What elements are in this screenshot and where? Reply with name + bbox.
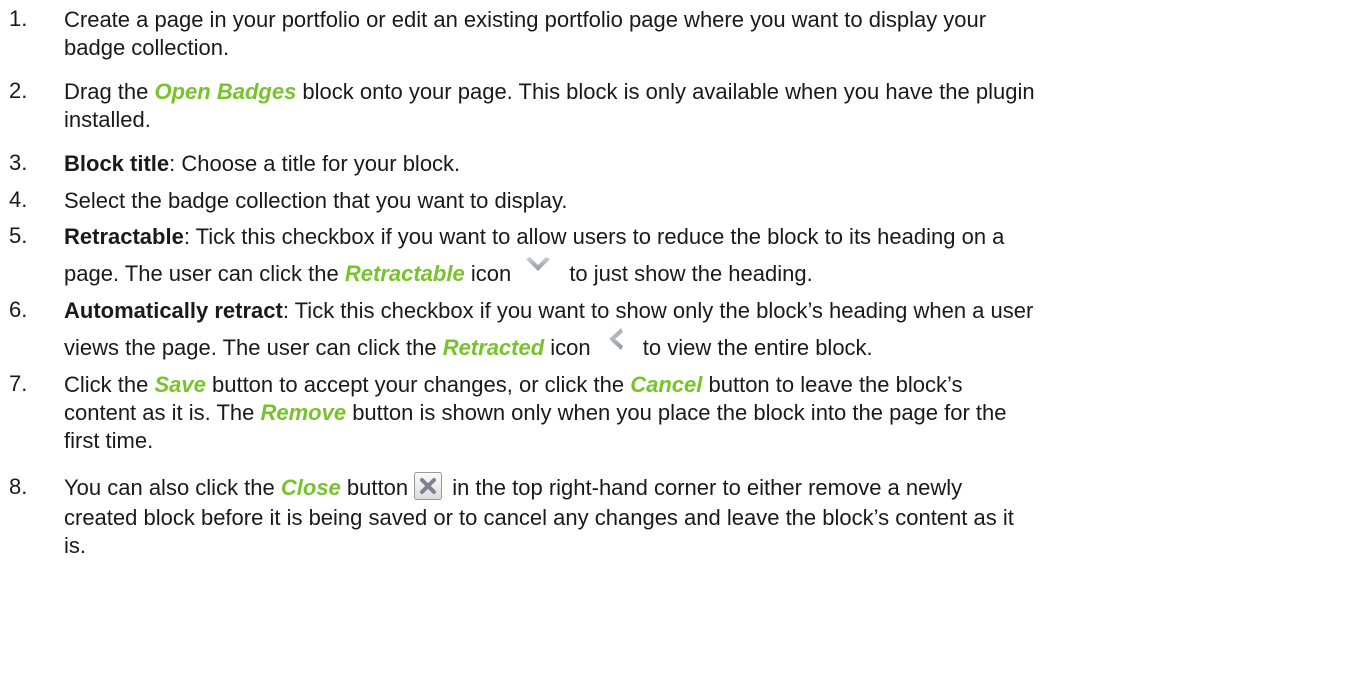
step-text-line: created block before it is being saved o…: [64, 505, 1014, 530]
text-fragment: : Tick this checkbox if you want to allo…: [183, 224, 1005, 249]
step-text-line: views the page. The user can click the R…: [64, 327, 1354, 367]
text-fragment: button: [340, 475, 409, 500]
step-text-line: Drag the Open Badges block onto your pag…: [64, 78, 1354, 106]
text-fragment: : Choose a title for your block.: [169, 151, 461, 176]
text-fragment: icon: [544, 335, 591, 360]
chevron-left-icon: [607, 327, 623, 351]
step-number: 4.: [9, 187, 28, 212]
text-fragment: content as it is. The: [64, 400, 261, 425]
text-fragment: to view the entire block.: [636, 335, 873, 360]
instruction-document: 1. Create a page in your portfolio or ed…: [0, 0, 1368, 680]
step-number: 8.: [9, 474, 28, 499]
step-text-line: page. The user can click the Retractable…: [64, 255, 1354, 293]
step-text-line: Retractable: Tick this checkbox if you w…: [64, 223, 1354, 251]
text-fragment: views the page. The user can click the: [64, 335, 443, 360]
retractable-keyword: Retractable: [344, 261, 465, 286]
step-text-line: content as it is. The Remove button is s…: [64, 399, 1354, 427]
text-fragment: Click the: [64, 372, 155, 397]
retractable-label: Retractable: [64, 224, 184, 249]
step-text-line: Select the badge collection that you wan…: [64, 188, 568, 213]
step-number: 7.: [9, 371, 28, 396]
step-text-line: first time.: [64, 428, 154, 453]
retracted-keyword: Retracted: [442, 335, 545, 360]
step-text-line: Block title: Choose a title for your blo…: [64, 150, 1354, 178]
step-number: 6.: [9, 297, 28, 322]
text-fragment: in the top right-hand corner to either r…: [446, 475, 963, 500]
step-number: 3.: [9, 150, 28, 175]
step-text-line: badge collection.: [64, 35, 230, 60]
close-icon: [414, 472, 443, 501]
text-fragment: page. The user can click the: [64, 261, 345, 286]
block-title-label: Block title: [64, 151, 170, 176]
step-number: 5.: [9, 223, 28, 248]
text-fragment: button to accept your changes, or click …: [205, 372, 631, 397]
text-fragment: : Tick this checkbox if you want to show…: [282, 298, 1034, 323]
text-fragment: block onto your page. This block is only…: [296, 79, 1035, 104]
step-text-line: installed.: [64, 107, 151, 132]
text-fragment: Drag the: [64, 79, 155, 104]
text-fragment: to just show the heading.: [563, 261, 813, 286]
step-text-line: is.: [64, 533, 86, 558]
remove-keyword: Remove: [260, 400, 347, 425]
save-keyword: Save: [154, 372, 206, 397]
step-number: 2.: [9, 78, 28, 103]
chevron-down-icon: [525, 257, 551, 273]
text-fragment: button is shown only when you place the …: [346, 400, 1007, 425]
text-fragment: You can also click the: [64, 475, 281, 500]
open-badges-keyword: Open Badges: [154, 79, 297, 104]
text-fragment: button to leave the block’s: [702, 372, 963, 397]
automatically-retract-label: Automatically retract: [64, 298, 283, 323]
close-keyword: Close: [280, 475, 341, 500]
cancel-keyword: Cancel: [630, 372, 703, 397]
step-number: 1.: [9, 6, 28, 31]
text-fragment: icon: [464, 261, 512, 286]
step-text-line: Automatically retract: Tick this checkbo…: [64, 297, 1354, 325]
step-text-line: You can also click the Close button in t…: [64, 472, 1354, 502]
step-text-line: Create a page in your portfolio or edit …: [64, 7, 987, 32]
step-text-line: Click the Save button to accept your cha…: [64, 371, 1354, 399]
